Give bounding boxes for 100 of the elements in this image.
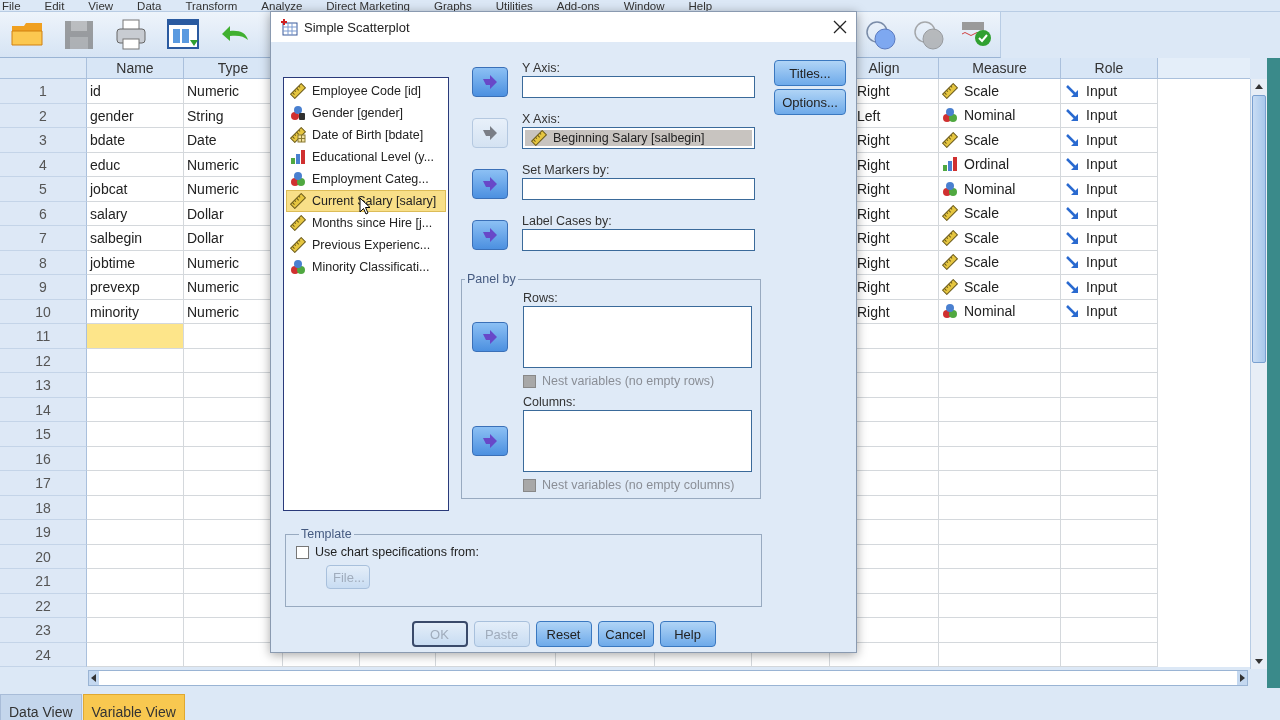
row-number[interactable]: 24 [0, 642, 87, 667]
table-cell[interactable] [87, 446, 184, 471]
row-number[interactable]: 6 [0, 201, 87, 226]
table-cell[interactable]: Nominal [964, 177, 1016, 201]
row-number[interactable]: 3 [0, 128, 87, 153]
menu-item[interactable]: Window [623, 0, 665, 12]
printer-icon[interactable] [114, 17, 148, 52]
table-cell[interactable]: Scale [964, 201, 1000, 225]
row-number[interactable]: 11 [0, 324, 87, 349]
table-cell[interactable] [87, 495, 184, 520]
table-cell[interactable] [939, 324, 1061, 349]
menu-item[interactable]: Edit [44, 0, 65, 12]
input-field[interactable] [522, 178, 755, 200]
checkbox[interactable] [296, 545, 309, 559]
table-cell[interactable] [939, 446, 1061, 471]
scroll-left-icon[interactable] [89, 671, 99, 685]
menu-item[interactable]: Utilities [495, 0, 533, 12]
menu-item[interactable]: File [2, 0, 21, 12]
table-cell[interactable]: jobcat [87, 177, 184, 202]
table-cell[interactable] [87, 324, 184, 349]
table-cell[interactable] [87, 422, 184, 447]
table-cell[interactable] [87, 373, 184, 398]
table-cell[interactable] [939, 471, 1061, 496]
table-cell[interactable]: Input [1086, 128, 1118, 152]
input-field[interactable] [522, 76, 755, 98]
tab[interactable]: Variable View [82, 694, 185, 720]
table-cell[interactable] [87, 569, 184, 594]
table-cell[interactable]: Scale [964, 275, 1000, 299]
row-number[interactable]: 20 [0, 544, 87, 569]
table-cell[interactable]: Input [1086, 299, 1118, 323]
row-number[interactable]: 19 [0, 520, 87, 545]
tab[interactable]: Data View [0, 694, 82, 720]
row-number[interactable]: 23 [0, 618, 87, 643]
row-number[interactable]: 8 [0, 250, 87, 275]
table-cell[interactable] [939, 569, 1061, 594]
table-cell[interactable]: Input [1086, 226, 1118, 250]
vertical-scrollbar[interactable] [1250, 79, 1267, 669]
list-item[interactable]: Date of Birth [bdate] [286, 124, 446, 146]
table-cell[interactable]: Input [1086, 103, 1118, 127]
table-cell[interactable]: bdate [87, 128, 184, 153]
table-cell[interactable] [939, 397, 1061, 422]
menu-item[interactable]: Add-ons [556, 0, 600, 12]
move-button[interactable] [472, 322, 508, 352]
table-cell[interactable] [939, 618, 1061, 643]
button[interactable]: Titles... [774, 60, 846, 86]
scroll-right-icon[interactable] [1237, 671, 1247, 685]
column-header[interactable]: Role [1061, 58, 1158, 79]
move-button[interactable] [472, 169, 508, 199]
close-button[interactable] [833, 20, 847, 34]
table-cell[interactable] [939, 593, 1061, 618]
row-number[interactable]: 5 [0, 177, 87, 202]
table-cell[interactable]: Input [1086, 152, 1118, 176]
table-cell[interactable]: educ [87, 152, 184, 177]
table-cell[interactable] [87, 397, 184, 422]
row-number[interactable]: 4 [0, 152, 87, 177]
list-item[interactable]: Employee Code [id] [286, 80, 446, 102]
input-field[interactable] [522, 229, 755, 251]
row-number[interactable]: 10 [0, 299, 87, 324]
table-cell[interactable] [939, 495, 1061, 520]
menu-item[interactable]: View [88, 0, 114, 12]
column-header[interactable]: Name [87, 58, 184, 79]
table-cell[interactable]: salbegin [87, 226, 184, 251]
table-cell[interactable]: Nominal [964, 103, 1016, 127]
table-cell[interactable]: Input [1086, 275, 1118, 299]
button[interactable]: Cancel [597, 621, 654, 647]
table-cell[interactable] [939, 422, 1061, 447]
button[interactable]: Reset [535, 621, 592, 647]
scrollbar-thumb[interactable] [1252, 95, 1266, 363]
table-cell[interactable]: gender [87, 103, 184, 128]
row-number[interactable]: 9 [0, 275, 87, 300]
row-number[interactable]: 2 [0, 103, 87, 128]
list-item[interactable]: Months since Hire [j... [286, 212, 446, 234]
button[interactable]: Options... [774, 89, 846, 115]
table-cell[interactable]: salary [87, 201, 184, 226]
row-number[interactable]: 16 [0, 446, 87, 471]
table-cell[interactable]: jobtime [87, 250, 184, 275]
table-cell[interactable] [87, 348, 184, 373]
row-number[interactable]: 14 [0, 397, 87, 422]
column-header[interactable]: Measure [939, 58, 1061, 79]
row-number[interactable]: 13 [0, 373, 87, 398]
menu-item[interactable]: Transform [185, 0, 238, 12]
move-button[interactable] [472, 67, 508, 97]
table-cell[interactable] [87, 471, 184, 496]
table-cell[interactable]: Nominal [964, 299, 1016, 323]
row-number[interactable]: 7 [0, 226, 87, 251]
horizontal-scrollbar[interactable] [88, 670, 1248, 686]
table-cell[interactable] [939, 373, 1061, 398]
list-item[interactable]: Employment Categ... [286, 168, 446, 190]
table-cell[interactable] [939, 544, 1061, 569]
table-cell[interactable] [87, 520, 184, 545]
scroll-down-icon[interactable] [1253, 656, 1265, 666]
list-item[interactable]: Minority Classificati... [286, 256, 446, 278]
table-cell[interactable]: Input [1086, 250, 1118, 274]
move-button[interactable] [472, 220, 508, 250]
table-cell[interactable] [939, 520, 1061, 545]
row-number[interactable]: 1 [0, 79, 87, 104]
input-field[interactable]: Beginning Salary [salbegin] [522, 127, 755, 149]
table-cell[interactable] [87, 618, 184, 643]
table-cell[interactable]: Scale [964, 128, 1000, 152]
table-cell[interactable]: prevexp [87, 275, 184, 300]
